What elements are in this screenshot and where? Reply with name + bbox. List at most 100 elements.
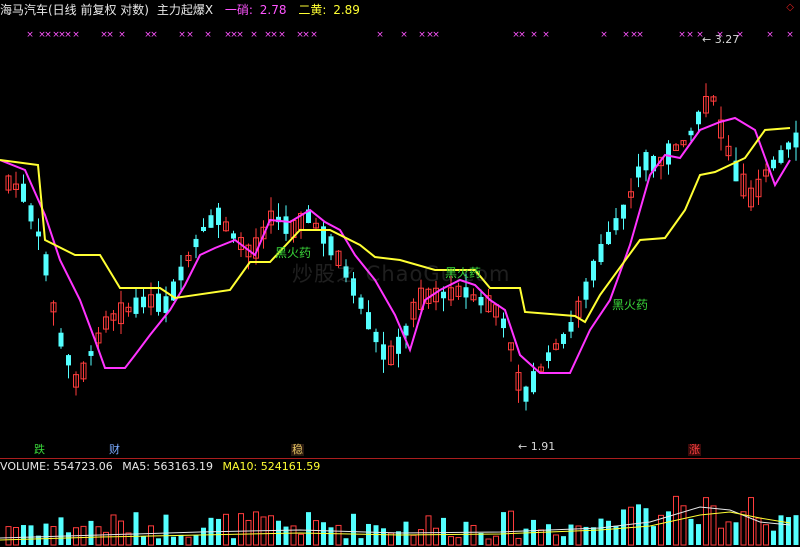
marker-x-5: × [64,30,72,40]
volume-bar-36 [276,520,281,545]
volume-bar-22 [171,536,176,545]
volume-bar-99 [748,497,754,546]
candle-body-27 [208,215,214,228]
candle-body-2 [21,183,26,202]
marker-x-8: × [106,30,114,40]
marker-x-17: × [236,30,244,40]
marker-x-9: × [118,30,126,40]
volume-bar-101 [763,524,769,546]
marker-x-32: × [530,30,538,40]
ma10-label: MA10: [222,460,258,473]
volume-bar-17 [133,512,139,545]
candle-body-28 [216,207,221,225]
candle-body-7 [58,332,64,347]
volume-bar-55 [418,529,424,546]
volume-bar-47 [358,538,364,545]
volume-bar-3 [28,525,34,545]
candle-body-85 [643,152,649,171]
candle-body-48 [366,312,371,330]
volume-bar-97 [733,522,739,545]
marker-x-20: × [270,30,278,40]
volume-bar-19 [148,525,154,546]
volume-bar-57 [433,527,439,546]
volume-bar-87 [658,514,664,546]
volume-bar-73 [553,534,559,546]
marker-x-2: × [44,30,52,40]
volume-bar-64 [485,538,492,546]
volume-bar-16 [125,532,132,546]
candle-body-102 [771,159,776,169]
candle-body-30 [231,233,236,239]
volume-bar-92 [696,524,701,545]
candle-body-8 [66,355,71,366]
candle-body-82 [621,204,626,219]
candle-body-70 [531,371,536,393]
candle-body-77 [583,281,589,300]
tag-die: 跌 [34,443,45,456]
volume-bar-45 [343,538,349,545]
volume-bar-65 [493,535,499,546]
candle-body-74 [561,334,566,344]
marker-x-13: × [186,30,194,40]
volume-bar-74 [561,536,566,545]
candle-body-23 [178,266,184,281]
marker-x-44: × [786,30,794,40]
volume-bar-63 [478,532,484,545]
marker-x-39: × [686,30,694,40]
candle-body-47 [358,297,364,309]
ma10-value: 524161.59 [260,460,321,473]
marker-x-27: × [418,30,426,40]
volume-bar-83 [628,506,634,546]
volume-bar-103 [778,515,784,545]
low-label: ← 1.91 [518,440,556,453]
candle-body-66 [501,318,506,329]
candle-body-5 [43,254,49,276]
candle-body-20 [156,293,161,312]
volume-bar-67 [508,510,514,546]
marker-x-12: × [178,30,186,40]
volume-bar-18 [141,536,146,545]
volume-bar-84 [636,504,641,545]
candle-body-49 [373,331,379,343]
volume-bar-38 [290,525,297,546]
volume-bar-59 [448,536,454,546]
volume-bar-13 [103,531,109,546]
volume-label: VOLUME: [0,460,50,473]
volume-bar-12 [95,526,102,546]
volume-bar-9 [73,527,79,546]
marker-x-25: × [376,30,384,40]
volume-bar-86 [651,526,656,545]
marker-x-38: × [678,30,686,40]
volume-bar-7 [58,517,64,545]
volume-bar-93 [703,497,709,546]
volume-bar-60 [455,537,462,546]
volume-bar-20 [156,538,161,545]
candle-body-105 [793,132,799,148]
volume-bar-61 [463,521,469,545]
volume-bar-15 [118,520,124,546]
marker-x-29: × [432,30,440,40]
volume-bar-102 [771,530,776,545]
candle-body-84 [636,166,641,178]
volume-bar-75 [568,524,574,545]
candle-body-63 [478,296,484,306]
volume-bar-68 [515,537,522,546]
volume-bar-82 [621,509,626,545]
volume-bar-14 [110,514,117,546]
candle-body-52 [396,336,401,354]
fire-label-2: 黑火药 [445,266,482,280]
volume-bar-43 [328,527,334,545]
volume-bar-5 [43,523,49,545]
candle-body-21 [163,296,169,313]
volume-bar-44 [335,524,342,546]
candle-body-79 [598,243,604,263]
candle-body-80 [606,231,611,245]
volume-bar-72 [546,524,551,545]
candle-body-43 [328,236,334,256]
ma5-label: MA5: [122,460,151,473]
volume-bar-66 [501,512,506,545]
volume-bar-1 [13,526,19,546]
candle-body-58 [441,291,446,299]
tag-zhang: 涨 [688,443,701,456]
candle-body-42 [321,226,326,244]
